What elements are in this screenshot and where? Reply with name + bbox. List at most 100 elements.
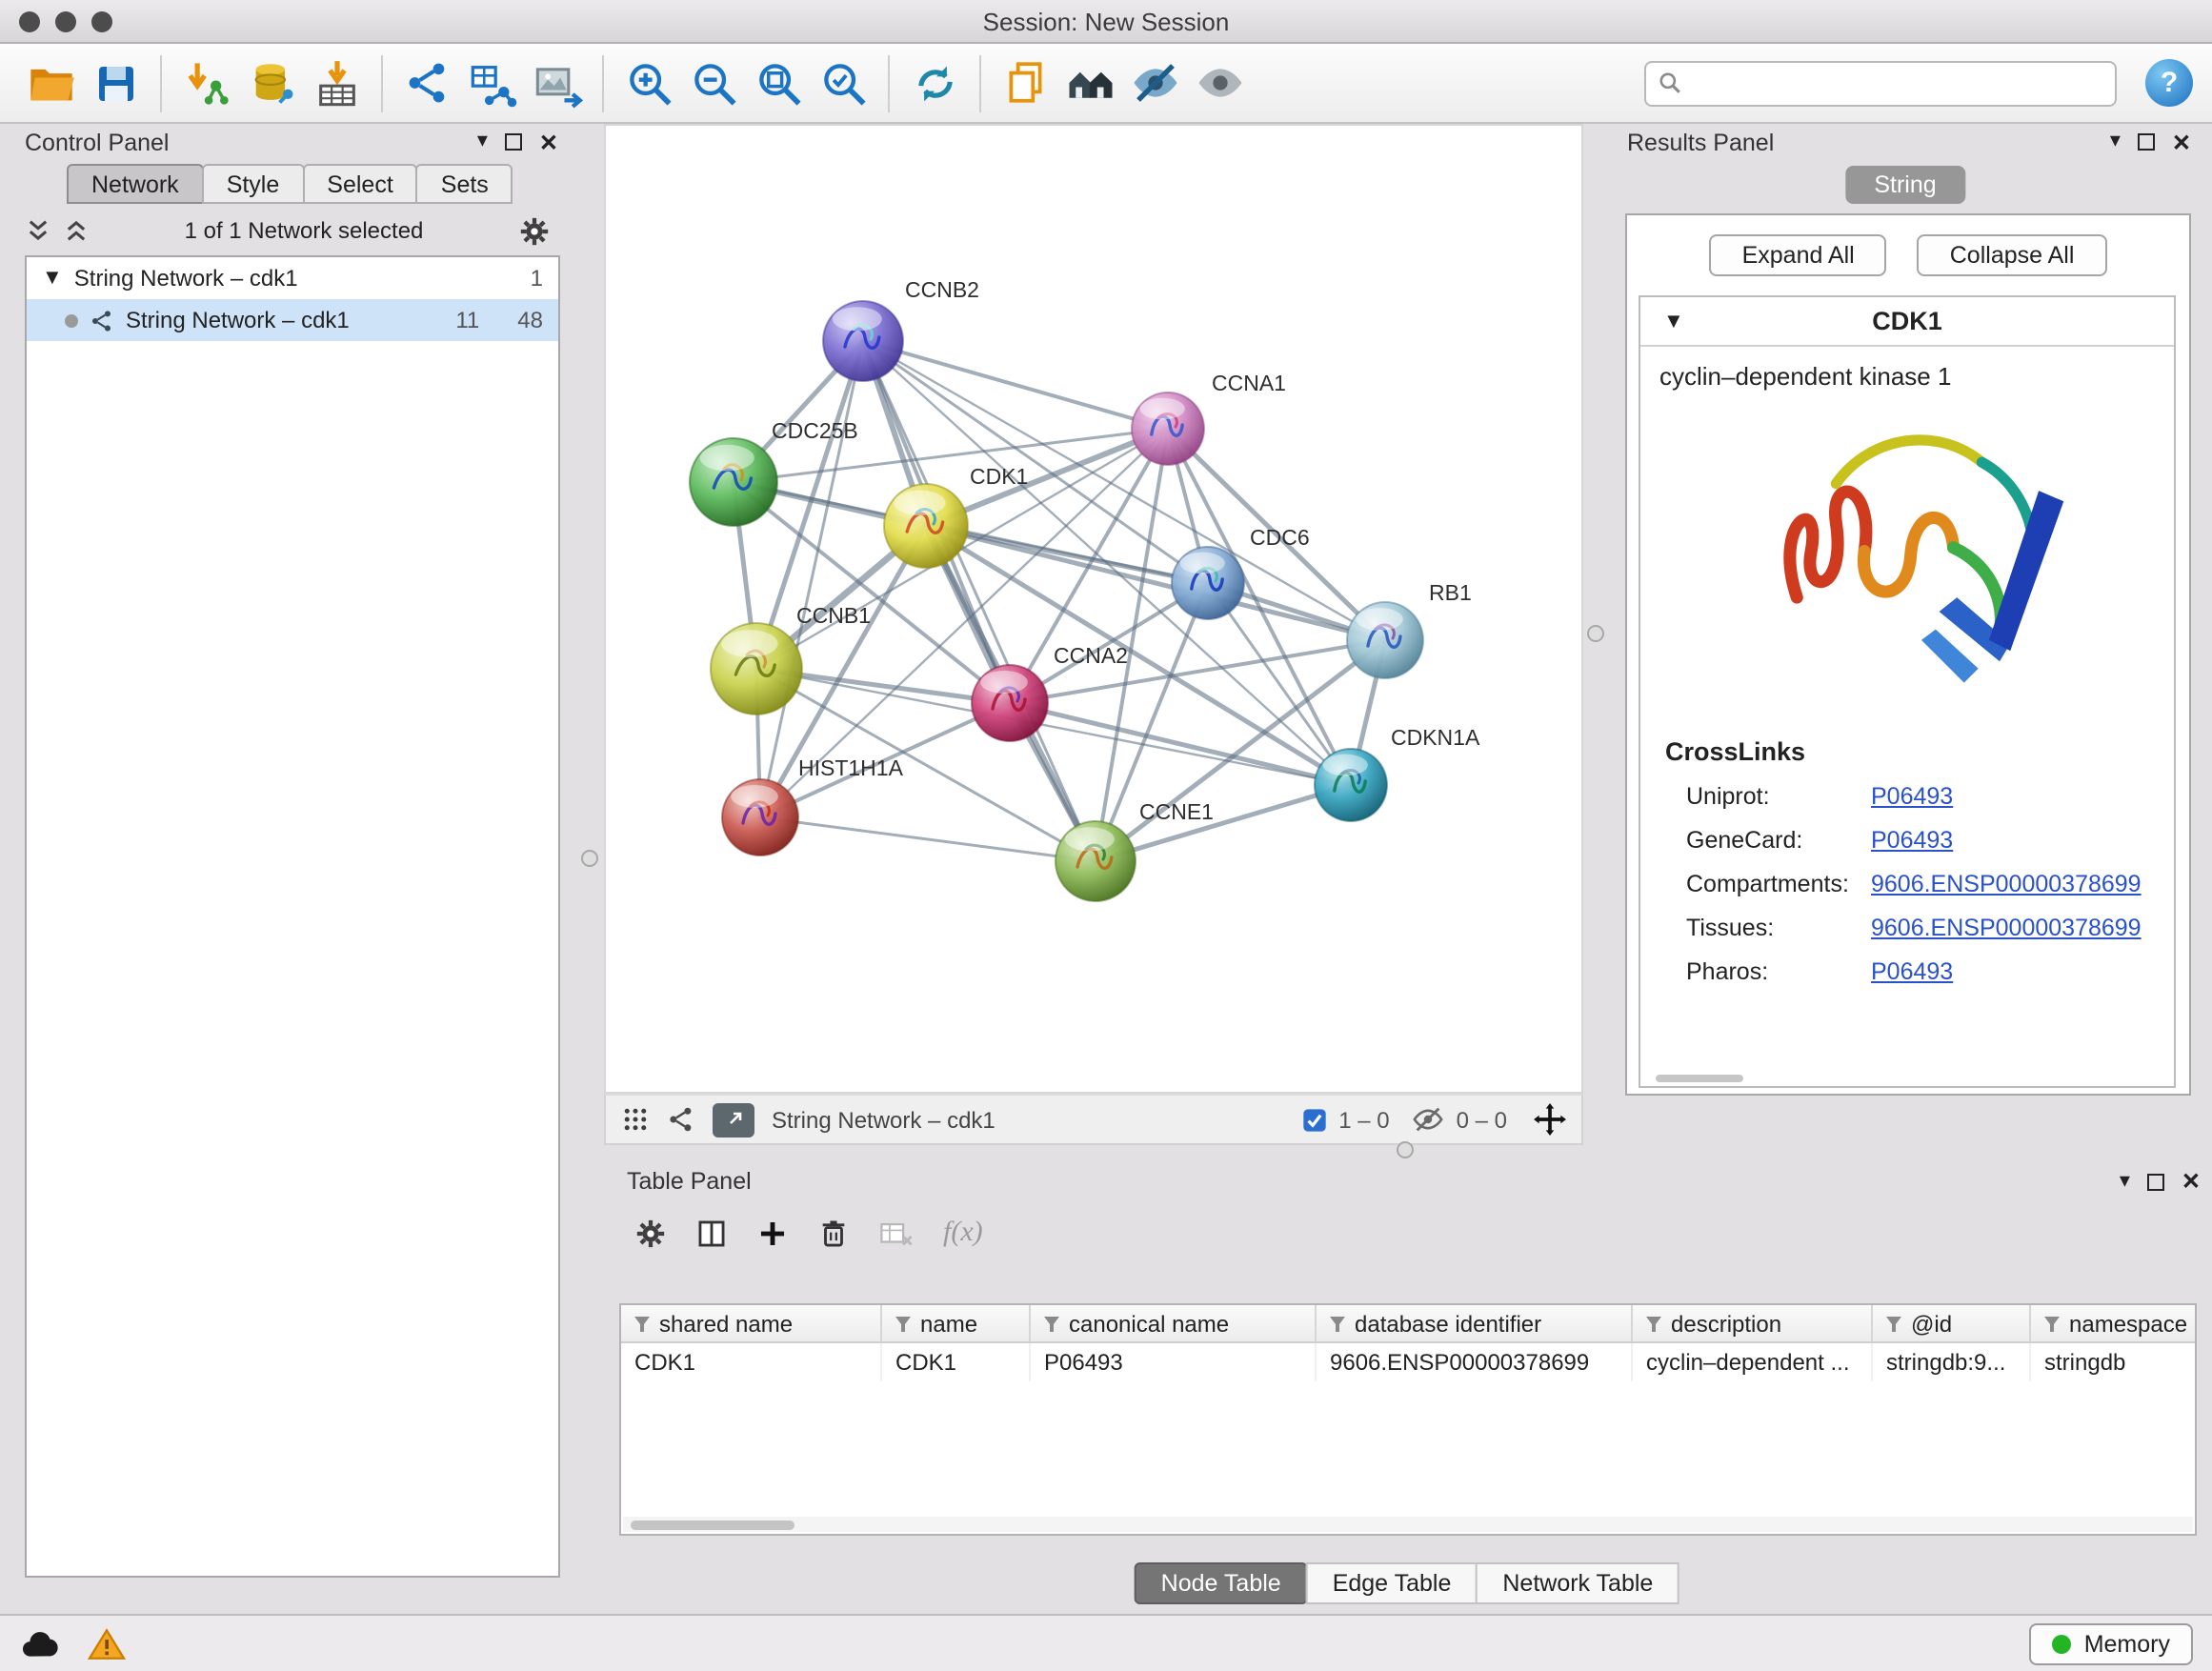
gear-icon[interactable]	[518, 214, 551, 247]
maximize-panel-icon[interactable]	[505, 133, 522, 151]
zoom-out-button[interactable]	[682, 52, 745, 113]
table-cell[interactable]: cyclin–dependent ...	[1633, 1343, 1873, 1381]
network-node-CDKN1A[interactable]	[1315, 749, 1387, 821]
table-cell[interactable]: P06493	[1031, 1343, 1317, 1381]
zoom-fit-button[interactable]	[747, 52, 810, 113]
crosslink-pharos-link[interactable]: P06493	[1871, 957, 1953, 984]
network-node-CDC6[interactable]	[1172, 547, 1244, 619]
expand-all-icon[interactable]	[63, 217, 90, 244]
column-header-name[interactable]: name	[882, 1305, 1031, 1341]
hide-selected-button[interactable]	[1124, 52, 1187, 113]
close-panel-icon[interactable]: ✕	[539, 129, 558, 155]
column-header-description[interactable]: description	[1633, 1305, 1873, 1341]
network-collection-row[interactable]: ▼ String Network – cdk1 1	[27, 257, 558, 299]
network-node-CCNB2[interactable]	[823, 301, 903, 381]
save-session-button[interactable]	[84, 52, 147, 113]
table-cell[interactable]: stringdb:9...	[1873, 1343, 2031, 1381]
tab-string[interactable]: String	[1845, 166, 1964, 204]
network-share-icon[interactable]	[667, 1105, 695, 1134]
apply-layout-button[interactable]	[903, 52, 966, 113]
home-button[interactable]	[1059, 52, 1122, 113]
network-node-CDC25B[interactable]	[690, 438, 777, 526]
float-panel-icon[interactable]: ▾	[2120, 1171, 2130, 1192]
close-window-button[interactable]	[19, 11, 40, 32]
tab-network-table[interactable]: Network Table	[1476, 1562, 1679, 1604]
network-row[interactable]: String Network – cdk1 11 48	[27, 299, 558, 341]
column-header-namespace[interactable]: namespace	[2031, 1305, 2197, 1341]
hidden-eye-slash-icon[interactable]	[1413, 1103, 1445, 1136]
column-header-database-identifier[interactable]: database identifier	[1317, 1305, 1633, 1341]
network-node-RB1[interactable]	[1347, 602, 1423, 678]
collapse-all-button[interactable]: Collapse All	[1918, 234, 2107, 276]
close-panel-icon[interactable]: ✕	[2172, 129, 2191, 155]
tab-edge-table[interactable]: Edge Table	[1306, 1562, 1478, 1604]
network-node-CCNA1[interactable]	[1132, 393, 1204, 465]
table-row[interactable]: CDK1CDK1P064939606.ENSP00000378699cyclin…	[621, 1343, 2195, 1381]
network-node-HIST1H1A[interactable]	[722, 779, 798, 856]
network-view-canvas[interactable]: CCNB2CCNA1CDC25BCDK1CDC6RB1CCNB1CCNA2CDK…	[604, 124, 1583, 1094]
table-cell[interactable]: CDK1	[882, 1343, 1031, 1381]
network-node-CCNB1[interactable]	[711, 623, 802, 715]
collapse-all-icon[interactable]	[25, 217, 51, 244]
horizontal-scrollbar[interactable]	[1656, 1075, 1743, 1082]
table-settings-gear-icon[interactable]	[634, 1217, 667, 1249]
network-node-CDK1[interactable]	[884, 484, 968, 568]
table-cell[interactable]: 9606.ENSP00000378699	[1317, 1343, 1633, 1381]
network-from-table-button[interactable]	[461, 52, 524, 113]
splitter-handle[interactable]	[1587, 625, 1604, 642]
import-table-from-file-button[interactable]	[305, 52, 368, 113]
table-cell[interactable]: stringdb	[2031, 1343, 2197, 1381]
search-input[interactable]	[1692, 70, 2103, 96]
network-node-CCNA2[interactable]	[972, 665, 1048, 741]
tab-network[interactable]: Network	[67, 164, 204, 204]
warning-icon[interactable]	[88, 1626, 126, 1661]
import-network-from-database-button[interactable]	[240, 52, 303, 113]
import-network-from-file-button[interactable]	[175, 52, 238, 113]
tree-expand-icon[interactable]: ▼	[42, 268, 63, 289]
tab-select[interactable]: Select	[302, 164, 418, 204]
column-header-canonical-name[interactable]: canonical name	[1031, 1305, 1317, 1341]
selected-checkbox-icon[interactable]	[1300, 1106, 1327, 1133]
network-node-CCNE1[interactable]	[1056, 821, 1136, 901]
tab-style[interactable]: Style	[202, 164, 305, 204]
cloud-icon[interactable]	[19, 1626, 61, 1661]
scrollbar-thumb[interactable]	[631, 1520, 794, 1529]
string-network-graph[interactable]: CCNB2CCNA1CDC25BCDK1CDC6RB1CCNB1CCNA2CDK…	[606, 126, 1585, 1092]
table-cell[interactable]: CDK1	[621, 1343, 882, 1381]
minimize-window-button[interactable]	[55, 11, 76, 32]
open-session-button[interactable]	[19, 52, 82, 113]
crosslink-genecard-link[interactable]: P06493	[1871, 826, 1953, 853]
zoom-window-button[interactable]	[91, 11, 112, 32]
birds-eye-grid-icon[interactable]	[621, 1105, 650, 1134]
show-columns-icon[interactable]	[695, 1217, 728, 1249]
column-header-id[interactable]: @id	[1873, 1305, 2031, 1341]
detach-view-button[interactable]	[713, 1102, 754, 1137]
tab-node-table[interactable]: Node Table	[1135, 1562, 1308, 1604]
expand-all-button[interactable]: Expand All	[1710, 234, 1887, 276]
crosslink-tissues-link[interactable]: 9606.ENSP00000378699	[1871, 914, 2142, 940]
zoom-in-button[interactable]	[617, 52, 680, 113]
add-column-plus-icon[interactable]	[756, 1217, 789, 1249]
export-image-button[interactable]	[526, 52, 589, 113]
pan-move-icon[interactable]	[1534, 1103, 1566, 1136]
zoom-selected-button[interactable]	[812, 52, 875, 113]
new-network-button[interactable]	[396, 52, 459, 113]
show-graphics-button[interactable]	[1189, 52, 1252, 113]
splitter-handle[interactable]	[581, 850, 598, 867]
tab-sets[interactable]: Sets	[416, 164, 513, 204]
maximize-panel-icon[interactable]	[2138, 133, 2155, 151]
table-horizontal-scrollbar[interactable]	[623, 1517, 2193, 1532]
gene-section-header[interactable]: ▼ CDK1	[1640, 297, 2174, 347]
collapse-section-icon[interactable]: ▼	[1663, 310, 1684, 332]
crosslink-uniprot-link[interactable]: P06493	[1871, 782, 1953, 809]
float-panel-icon[interactable]: ▾	[2110, 131, 2121, 152]
help-button[interactable]: ?	[2145, 59, 2193, 107]
column-header-shared-name[interactable]: shared name	[621, 1305, 882, 1341]
float-panel-icon[interactable]: ▾	[477, 131, 488, 152]
memory-button[interactable]: Memory	[2029, 1622, 2193, 1664]
crosslink-compartments-link[interactable]: 9606.ENSP00000378699	[1871, 870, 2142, 896]
close-panel-icon[interactable]: ✕	[2182, 1168, 2201, 1195]
maximize-panel-icon[interactable]	[2147, 1173, 2164, 1190]
copy-button[interactable]	[995, 52, 1057, 113]
delete-column-trash-icon[interactable]	[817, 1217, 850, 1249]
